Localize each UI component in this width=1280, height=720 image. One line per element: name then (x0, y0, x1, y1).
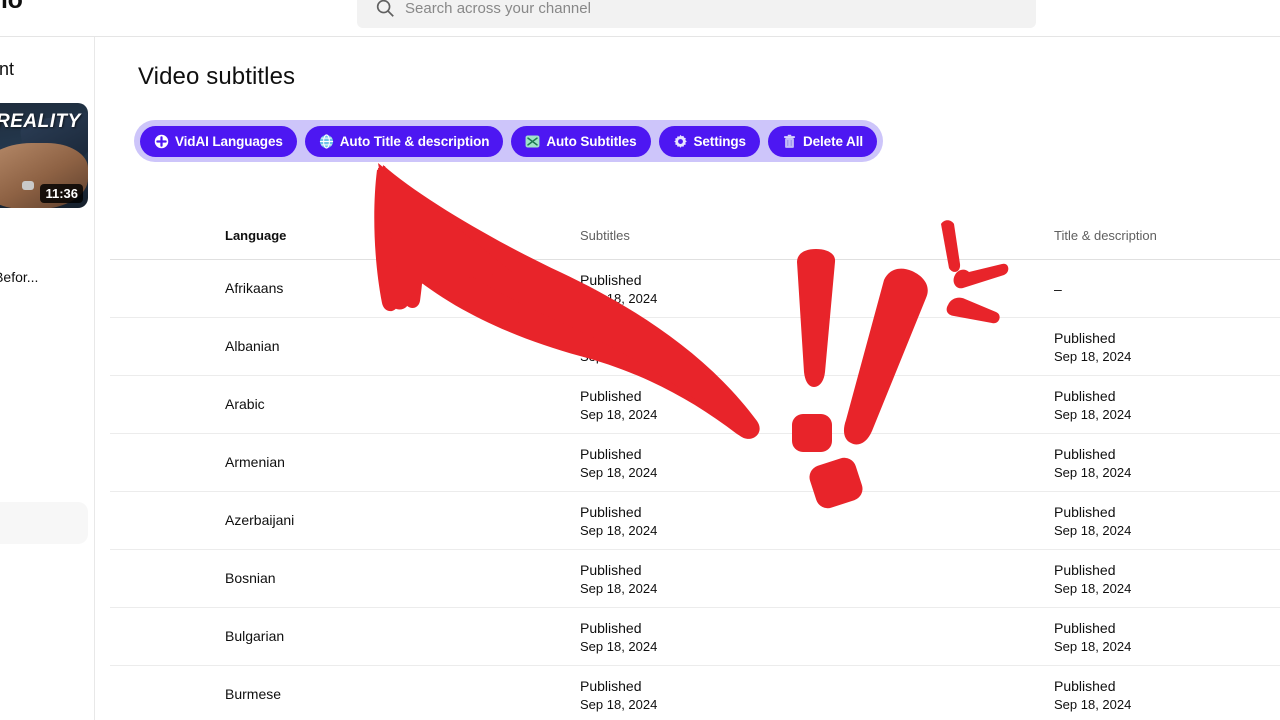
gear-icon (673, 134, 688, 149)
thumbnail-overlay-text: REALITY (0, 111, 81, 132)
row-subtitles-date: Sep 18, 2024 (580, 290, 658, 306)
trash-icon (782, 134, 797, 149)
row-language: Burmese (225, 685, 282, 702)
auto-title-description-label: Auto Title & description (339, 133, 490, 149)
table-row[interactable]: Albanian Published Sep 18, 2024 Publishe… (110, 318, 1280, 376)
search-bar[interactable] (357, 0, 1036, 28)
table-row[interactable]: Azerbaijani Published Sep 18, 2024 Publi… (110, 492, 1280, 550)
row-title-date: Sep 18, 2024 (1054, 522, 1132, 538)
row-title-date: Sep 18, 2024 (1054, 406, 1132, 422)
row-subtitles-status: Published (580, 387, 642, 404)
video-duration-badge: 11:36 (40, 184, 83, 203)
sidebar-video-title[interactable]: w This Befor... (0, 269, 94, 285)
row-title-status: – (1054, 280, 1062, 297)
left-sidebar: tent REALITY 11:36 w This Befor... (0, 37, 95, 720)
auto-title-description-button[interactable]: Auto Title & description (304, 125, 504, 157)
studio-logo[interactable]: dio (0, 0, 23, 15)
row-subtitles-status: Published (580, 561, 642, 578)
row-title-status: Published (1054, 561, 1116, 578)
plus-circle-icon (154, 134, 169, 149)
row-title-status: Published (1054, 677, 1116, 694)
table-row[interactable]: Bulgarian Published Sep 18, 2024 Publish… (110, 608, 1280, 666)
row-language: Armenian (225, 453, 285, 470)
row-subtitles-date: Sep 18, 2024 (580, 522, 658, 538)
globe-icon (319, 133, 334, 149)
table-row[interactable]: Bosnian Published Sep 18, 2024 Published… (110, 550, 1280, 608)
row-subtitles-status: Published (580, 329, 642, 346)
settings-button[interactable]: Settings (658, 125, 760, 157)
row-subtitles-status: Published (580, 445, 642, 462)
row-language: Albanian (225, 337, 280, 354)
table-row[interactable]: Armenian Published Sep 18, 2024 Publishe… (110, 434, 1280, 492)
main-content-panel: Video subtitles VidAI Languages Auto Tit… (96, 37, 1280, 720)
delete-all-label: Delete All (802, 133, 863, 149)
top-header-bar: dio (0, 0, 1280, 37)
column-header-title-description: Title & description (1054, 228, 1157, 243)
row-subtitles-status: Published (580, 677, 642, 694)
row-subtitles-status: Published (580, 271, 642, 288)
search-icon (374, 0, 396, 19)
vidai-languages-label: VidAI Languages (175, 133, 283, 149)
search-input[interactable] (405, 0, 965, 21)
row-subtitles-status: Published (580, 503, 642, 520)
vidai-toolbar: VidAI Languages Auto Title & description (134, 120, 883, 162)
row-language: Afrikaans (225, 279, 284, 296)
row-subtitles-date: Sep 18, 2024 (580, 348, 658, 364)
row-language: Bosnian (225, 569, 276, 586)
table-row[interactable]: Burmese Published Sep 18, 2024 Published… (110, 666, 1280, 720)
row-title-status: Published (1054, 445, 1116, 462)
row-title-status: Published (1054, 387, 1116, 404)
table-row[interactable]: Afrikaans Published Sep 18, 2024 – (110, 260, 1280, 318)
sidebar-selected-item[interactable] (0, 502, 88, 544)
row-title-status: Published (1054, 619, 1116, 636)
row-subtitles-date: Sep 18, 2024 (580, 464, 658, 480)
subtitles-icon (525, 134, 540, 149)
row-subtitles-date: Sep 18, 2024 (580, 638, 658, 654)
row-subtitles-date: Sep 18, 2024 (580, 406, 658, 422)
row-subtitles-date: Sep 18, 2024 (580, 580, 658, 596)
row-title-date: Sep 18, 2024 (1054, 580, 1132, 596)
table-header-row: Language Subtitles Title & description (110, 213, 1280, 260)
row-language: Bulgarian (225, 627, 285, 644)
delete-all-button[interactable]: Delete All (767, 125, 877, 157)
subtitles-table: Language Subtitles Title & description A… (110, 213, 1280, 720)
row-title-date: Sep 18, 2024 (1054, 464, 1132, 480)
row-title-status: Published (1054, 503, 1116, 520)
vidai-languages-button[interactable]: VidAI Languages (140, 125, 297, 157)
sidebar-section-title: tent (0, 59, 15, 79)
settings-label: Settings (693, 133, 747, 149)
row-title-date: Sep 18, 2024 (1054, 348, 1132, 364)
row-title-date: Sep 18, 2024 (1054, 638, 1132, 654)
table-row[interactable]: Arabic Published Sep 18, 2024 Published … (110, 376, 1280, 434)
column-header-language: Language (225, 228, 287, 243)
row-language: Azerbaijani (225, 511, 295, 528)
thumbnail-ring-shape (22, 181, 34, 190)
video-thumbnail[interactable]: REALITY 11:36 (0, 103, 88, 208)
column-header-subtitles: Subtitles (580, 228, 630, 243)
row-title-date: Sep 18, 2024 (1054, 696, 1132, 712)
row-language: Arabic (225, 395, 265, 412)
auto-subtitles-button[interactable]: Auto Subtitles (511, 125, 651, 157)
auto-subtitles-label: Auto Subtitles (546, 133, 637, 149)
youtube-studio-subtitles-page: dio tent REALITY 11:36 w This Befor... V… (0, 0, 1280, 720)
page-title: Video subtitles (138, 63, 296, 90)
row-subtitles-date: Sep 18, 2024 (580, 696, 658, 712)
row-subtitles-status: Published (580, 619, 642, 636)
row-title-status: Published (1054, 329, 1116, 346)
